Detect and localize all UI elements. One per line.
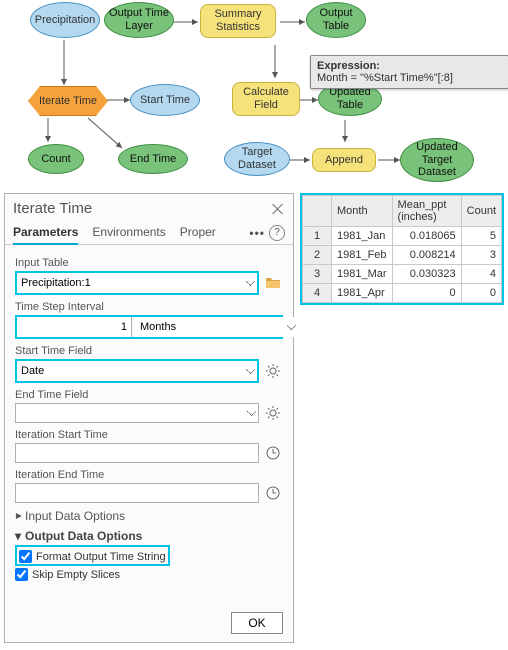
table-corner	[303, 196, 332, 227]
node-output-table[interactable]: Output Table	[306, 2, 366, 38]
node-label: Target Dataset	[229, 146, 285, 171]
expression-tooltip: Expression: Month = "%Start Time%"[:8]	[310, 55, 508, 89]
panel-tabs: Parameters Environments Proper ••• ?	[5, 221, 293, 245]
node-label: Iterate Time	[39, 95, 97, 108]
node-label: Precipitation	[35, 14, 96, 27]
clock-icon[interactable]	[263, 483, 283, 503]
chevron-right-icon: ▾	[11, 513, 25, 519]
node-label: Append	[325, 154, 363, 167]
step-unit-select[interactable]	[136, 317, 298, 337]
end-field-select[interactable]	[15, 403, 259, 423]
node-label: Count	[41, 153, 70, 166]
table-row[interactable]: 1 1981_Jan 0.018065 5	[303, 227, 502, 246]
col-month[interactable]: Month	[332, 196, 393, 227]
start-field-select[interactable]	[17, 361, 257, 381]
tool-panel: Iterate Time Parameters Environments Pro…	[4, 193, 294, 643]
input-table-select[interactable]	[17, 273, 257, 293]
clock-icon[interactable]	[263, 443, 283, 463]
label-start-field: Start Time Field	[15, 345, 283, 357]
gear-icon[interactable]	[263, 361, 283, 381]
section-output-data-options[interactable]: ▾Output Data Options	[15, 529, 283, 543]
tooltip-title: Expression:	[317, 60, 380, 72]
more-icon[interactable]: •••	[249, 226, 265, 240]
label-step-interval: Time Step Interval	[15, 301, 283, 313]
node-label: Updated Target Dataset	[405, 141, 469, 179]
node-precipitation[interactable]: Precipitation	[30, 2, 100, 38]
gear-icon[interactable]	[263, 403, 283, 423]
ok-button[interactable]: OK	[231, 612, 283, 634]
node-end-time[interactable]: End Time	[118, 144, 188, 174]
node-count[interactable]: Count	[28, 144, 84, 174]
label-end-field: End Time Field	[15, 389, 283, 401]
table-row[interactable]: 2 1981_Feb 0.008214 3	[303, 246, 502, 265]
result-table: Month Mean_ppt (inches) Count 1 1981_Jan…	[300, 193, 504, 305]
node-label: Summary Statistics	[205, 8, 271, 33]
highlight-step-interval	[15, 315, 283, 339]
node-label: Updated Table	[323, 86, 377, 111]
help-icon[interactable]: ?	[269, 225, 285, 241]
table-row[interactable]: 3 1981_Mar 0.030323 4	[303, 265, 502, 284]
node-label: Output Time Layer	[109, 7, 169, 32]
checkbox-skip-empty-input[interactable]	[15, 568, 28, 581]
node-target-dataset[interactable]: Target Dataset	[224, 142, 290, 176]
node-start-time[interactable]: Start Time	[130, 84, 200, 116]
checkbox-format-output-time[interactable]: Format Output Time String	[19, 550, 166, 563]
node-label: Output Table	[311, 7, 361, 32]
label-iter-end: Iteration End Time	[15, 469, 283, 481]
node-label: Calculate Field	[237, 86, 295, 111]
chevron-down-icon: ▾	[15, 529, 21, 543]
node-label: Start Time	[140, 94, 190, 107]
node-updated-target-dataset[interactable]: Updated Target Dataset	[400, 138, 474, 182]
iter-start-input[interactable]	[15, 443, 259, 463]
tooltip-expression: Month = "%Start Time%"[:8]	[317, 72, 453, 84]
checkbox-format-output-time-input[interactable]	[19, 550, 32, 563]
col-count[interactable]: Count	[461, 196, 501, 227]
label-iter-start: Iteration Start Time	[15, 429, 283, 441]
node-summary-statistics[interactable]: Summary Statistics	[200, 4, 276, 38]
table-row[interactable]: 4 1981_Apr 0 0	[303, 284, 502, 303]
highlight-format-output: Format Output Time String	[15, 545, 170, 566]
node-iterate-time[interactable]: Iterate Time	[28, 86, 108, 116]
col-mean[interactable]: Mean_ppt (inches)	[392, 196, 461, 227]
section-input-data-options[interactable]: ▾Input Data Options	[15, 509, 283, 523]
highlight-input-table	[15, 271, 259, 295]
node-append[interactable]: Append	[312, 148, 376, 172]
close-icon[interactable]	[271, 202, 285, 216]
tab-parameters[interactable]: Parameters	[13, 221, 78, 245]
browse-icon[interactable]	[263, 273, 283, 293]
highlight-start-field	[15, 359, 259, 383]
iter-end-input[interactable]	[15, 483, 259, 503]
node-output-time-layer[interactable]: Output Time Layer	[104, 2, 174, 38]
checkbox-skip-empty[interactable]: Skip Empty Slices	[15, 568, 283, 581]
label-input-table: Input Table	[15, 257, 283, 269]
tab-environments[interactable]: Environments	[92, 221, 165, 244]
panel-title: Iterate Time	[13, 200, 92, 217]
node-label: End Time	[130, 153, 176, 166]
step-value-input[interactable]	[17, 317, 132, 337]
tab-properties[interactable]: Proper	[180, 221, 216, 244]
node-calculate-field[interactable]: Calculate Field	[232, 82, 300, 116]
